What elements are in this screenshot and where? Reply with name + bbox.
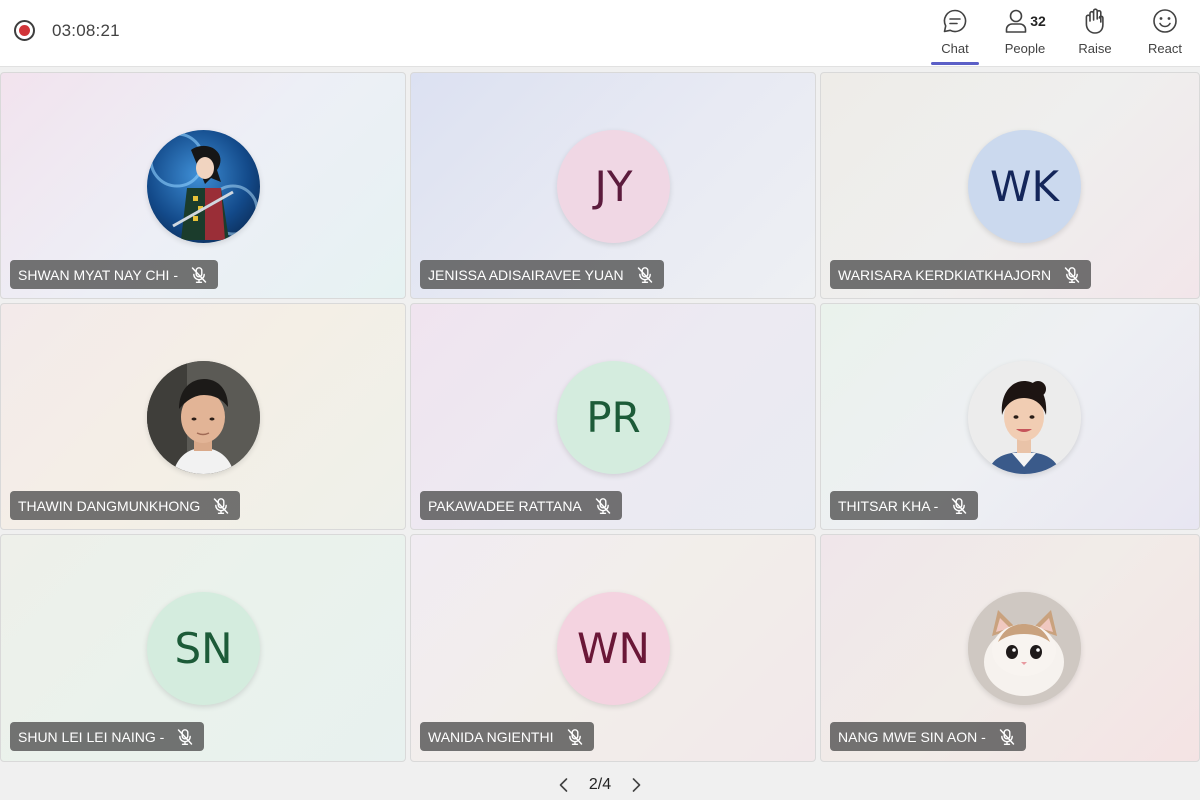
smiley-icon (1151, 7, 1179, 35)
participant-nameplate: SHWAN MYAT NAY CHI - (10, 260, 218, 289)
participant-nameplate: WANIDA NGIENTHI (420, 722, 594, 751)
participant-avatar: WK (968, 130, 1081, 243)
raise-label: Raise (1078, 41, 1112, 56)
raise-hand-button[interactable]: Raise (1060, 0, 1130, 67)
react-label: React (1148, 41, 1182, 56)
participant-avatar (147, 130, 260, 243)
participant-nameplate: WARISARA KERDKIATKHAJORN (830, 260, 1092, 289)
participant-nameplate: PAKAWADEE RATTANA (420, 491, 622, 520)
participant-nameplate: SHUN LEI LEI NAING - (10, 722, 205, 751)
participant-name: THAWIN DANGMUNKHONG (18, 497, 201, 514)
mic-off-icon (636, 266, 654, 284)
participant-tile[interactable]: SHWAN MYAT NAY CHI - (0, 72, 406, 299)
participant-tile[interactable]: JY JENISSA ADISAIRAVEE YUAN (410, 72, 816, 299)
participant-avatar: PR (557, 361, 670, 474)
mic-off-icon (594, 497, 612, 515)
next-page-button[interactable] (621, 770, 651, 800)
participant-name: SHUN LEI LEI NAING - (18, 728, 165, 745)
mic-off-icon (950, 497, 968, 515)
participant-tile[interactable]: THAWIN DANGMUNKHONG (0, 303, 406, 530)
mic-off-icon (212, 497, 230, 515)
people-icon (1005, 9, 1027, 33)
page-indicator: 2/4 (588, 776, 612, 793)
mic-off-icon (998, 728, 1016, 746)
previous-page-button[interactable] (549, 770, 579, 800)
people-count: 32 (1030, 13, 1046, 29)
participant-avatar (147, 361, 260, 474)
chevron-right-icon (632, 778, 641, 792)
meeting-actions: Chat 32 People Raise React (920, 0, 1200, 67)
participant-name: NANG MWE SIN AON - (838, 728, 986, 745)
participant-avatar: WN (557, 592, 670, 705)
raise-hand-icon (1082, 7, 1108, 35)
mic-off-icon (1063, 266, 1081, 284)
participant-nameplate: THAWIN DANGMUNKHONG (10, 491, 241, 520)
participant-tile[interactable]: WK WARISARA KERDKIATKHAJORN (820, 72, 1200, 299)
participant-tile[interactable]: NANG MWE SIN AON - (820, 534, 1200, 762)
meeting-timer: 03:08:21 (52, 21, 120, 40)
participant-name: THITSAR KHA - (838, 497, 939, 514)
participant-avatar: SN (147, 592, 260, 705)
people-button[interactable]: 32 People (990, 0, 1060, 67)
participant-avatar (968, 592, 1081, 705)
people-label: People (1004, 41, 1046, 56)
participant-nameplate: JENISSA ADISAIRAVEE YUAN (420, 260, 664, 289)
participant-tile[interactable]: PR PAKAWADEE RATTANA (410, 303, 816, 530)
chevron-left-icon (559, 778, 568, 792)
participant-tile[interactable]: THITSAR KHA - (820, 303, 1200, 530)
participant-name: WARISARA KERDKIATKHAJORN (838, 266, 1052, 283)
participant-name: SHWAN MYAT NAY CHI - (18, 266, 178, 283)
participant-tile[interactable]: SN SHUN LEI LEI NAING - (0, 534, 406, 762)
mic-off-icon (566, 728, 584, 746)
chat-icon (941, 7, 969, 35)
participant-avatar: JY (557, 130, 670, 243)
gallery-pager: 2/4 (0, 770, 1200, 800)
participant-name: WANIDA NGIENTHI (428, 728, 554, 745)
participant-nameplate: NANG MWE SIN AON - (830, 722, 1026, 751)
participant-nameplate: THITSAR KHA - (830, 491, 979, 520)
chat-button[interactable]: Chat (920, 0, 990, 67)
chat-label: Chat (941, 41, 969, 56)
participant-avatar (968, 361, 1081, 474)
react-button[interactable]: React (1130, 0, 1200, 67)
meeting-topbar: 03:08:21 Chat 32 People Raise React (0, 0, 1200, 67)
participant-tile[interactable]: WN WANIDA NGIENTHI (410, 534, 816, 762)
participant-name: JENISSA ADISAIRAVEE YUAN (428, 266, 624, 283)
recording-icon (14, 20, 35, 41)
mic-off-icon (176, 728, 194, 746)
participant-name: PAKAWADEE RATTANA (428, 497, 582, 514)
mic-off-icon (190, 266, 208, 284)
